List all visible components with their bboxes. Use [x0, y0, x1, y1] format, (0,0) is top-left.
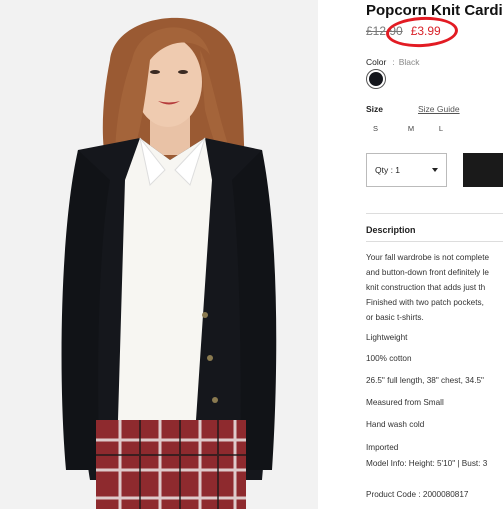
- add-to-bag-button[interactable]: [463, 153, 503, 187]
- spec-item: Measured from Small: [366, 398, 444, 407]
- description-line: knit construction that adds just th: [366, 283, 486, 292]
- spec-item: 100% cotton: [366, 354, 412, 363]
- size-label: Size: [366, 104, 384, 114]
- spec-item: Lightweight: [366, 333, 408, 342]
- description-text: Your fall wardrobe is not complete and b…: [366, 250, 503, 325]
- size-option-l[interactable]: L: [426, 124, 456, 133]
- quantity-value: Qty : 1: [375, 165, 401, 175]
- color-separator: :: [392, 57, 395, 67]
- spec-item: Hand wash cold: [366, 420, 425, 429]
- price-highlight-circle: [385, 15, 459, 49]
- swatch-fill: [369, 72, 383, 86]
- product-details: Popcorn Knit Cardig £12.90 £3.99 Color: Bl…: [366, 0, 503, 509]
- description-title: Description: [366, 225, 416, 235]
- size-option-s[interactable]: S: [366, 124, 396, 133]
- divider: [366, 241, 503, 242]
- chevron-down-icon: [432, 168, 438, 172]
- spec-item: 26.5" full length, 38" chest, 34.5": [366, 376, 484, 385]
- product-code: Product Code : 2000080817: [366, 490, 469, 499]
- description-line: or basic t-shirts.: [366, 313, 424, 322]
- size-guide-link[interactable]: Size Guide: [418, 104, 460, 114]
- spec-item: Imported: [366, 443, 399, 452]
- description-line: Finished with two patch pockets,: [366, 298, 484, 307]
- color-swatch-black[interactable]: [366, 69, 386, 89]
- size-option-m[interactable]: M: [396, 124, 426, 133]
- description-line: Your fall wardrobe is not complete: [366, 253, 490, 262]
- spec-item: Model Info: Height: 5'10" | Bust: 3: [366, 459, 488, 468]
- size-options: S M L: [366, 124, 456, 133]
- color-label: Color: Black: [366, 57, 419, 67]
- quantity-select[interactable]: Qty : 1: [366, 153, 447, 187]
- divider: [366, 213, 503, 214]
- color-value: Black: [398, 57, 420, 67]
- color-label-text: Color: [366, 57, 387, 67]
- description-line: and button-down front definitely le: [366, 268, 489, 277]
- product-image: [0, 0, 318, 509]
